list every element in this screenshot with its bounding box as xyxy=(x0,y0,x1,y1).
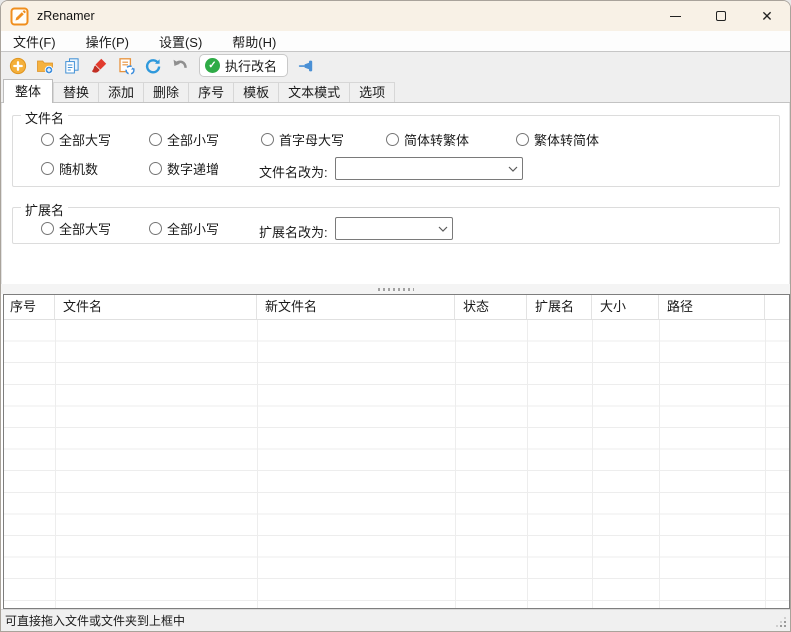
col-header-filler xyxy=(765,295,789,319)
undo-button[interactable] xyxy=(168,54,192,78)
radio-icon xyxy=(41,222,54,235)
column-divider xyxy=(527,320,528,608)
chevron-down-icon xyxy=(504,166,522,172)
radio-number-increment[interactable]: 数字递增 xyxy=(149,161,219,176)
tab-text-mode[interactable]: 文本模式 xyxy=(279,82,350,103)
col-header-extension[interactable]: 扩展名 xyxy=(527,295,592,319)
radio-icon xyxy=(261,133,274,146)
menubar: 文件(F) 操作(P) 设置(S) 帮助(H) xyxy=(1,31,790,51)
extension-rename-combobox[interactable] xyxy=(335,217,453,240)
execute-rename-button[interactable]: ✓ 执行改名 xyxy=(199,54,288,77)
add-folder-button[interactable] xyxy=(33,54,57,78)
close-icon: ✕ xyxy=(761,9,773,23)
tab-add[interactable]: 添加 xyxy=(99,82,144,103)
radio-filename-capitalize[interactable]: 首字母大写 xyxy=(261,132,344,147)
check-circle-icon: ✓ xyxy=(205,58,220,73)
tab-template[interactable]: 模板 xyxy=(234,82,279,103)
window-title: zRenamer xyxy=(37,9,95,23)
col-header-new-filename[interactable]: 新文件名 xyxy=(257,295,455,319)
column-divider xyxy=(257,320,258,608)
extension-rename-label: 扩展名改为: xyxy=(259,222,328,241)
chevron-down-icon xyxy=(434,226,452,232)
file-table-header: 序号 文件名 新文件名 状态 扩展名 大小 路径 xyxy=(4,295,789,320)
column-divider xyxy=(455,320,456,608)
radio-icon xyxy=(41,162,54,175)
minimize-button[interactable] xyxy=(652,1,698,31)
radio-icon xyxy=(41,133,54,146)
file-table: 序号 文件名 新文件名 状态 扩展名 大小 路径 xyxy=(3,294,790,609)
app-logo-icon xyxy=(10,7,29,26)
titlebar: zRenamer ✕ xyxy=(1,1,790,31)
status-message: 可直接拖入文件或文件夹到上框中 xyxy=(1,612,185,629)
radio-icon xyxy=(149,162,162,175)
close-button[interactable]: ✕ xyxy=(744,1,790,31)
column-divider xyxy=(659,320,660,608)
radio-icon xyxy=(386,133,399,146)
menu-help[interactable]: 帮助(H) xyxy=(224,31,284,52)
radio-random-number[interactable]: 随机数 xyxy=(41,161,98,176)
undo-arrow-icon xyxy=(171,57,189,75)
execute-rename-label: 执行改名 xyxy=(225,56,277,75)
extension-group-title: 扩展名 xyxy=(21,200,68,219)
tab-options[interactable]: 选项 xyxy=(350,82,395,103)
radio-traditional-to-simplified[interactable]: 繁体转简体 xyxy=(516,132,599,147)
maximize-icon xyxy=(716,11,726,21)
column-divider xyxy=(765,320,766,608)
file-list-button[interactable] xyxy=(60,54,84,78)
refresh-names-button[interactable] xyxy=(114,54,138,78)
pin-on-top-button[interactable] xyxy=(294,54,318,78)
tab-number[interactable]: 序号 xyxy=(189,82,234,103)
blue-refresh-icon xyxy=(144,57,162,75)
filename-group-title: 文件名 xyxy=(21,108,68,127)
column-divider xyxy=(55,320,56,608)
column-divider xyxy=(592,320,593,608)
pin-icon xyxy=(297,57,315,75)
app-window: zRenamer ✕ 文件(F) 操作(P) 设置(S) 帮助(H) xyxy=(0,0,791,632)
tabstrip: 整体 替换 添加 删除 序号 模板 文本模式 选项 xyxy=(1,79,790,103)
radio-extension-uppercase[interactable]: 全部大写 xyxy=(41,221,111,236)
tab-overall[interactable]: 整体 xyxy=(3,79,53,103)
col-header-status[interactable]: 状态 xyxy=(455,295,527,319)
red-brush-icon xyxy=(90,57,108,75)
resize-grip[interactable] xyxy=(784,625,786,627)
radio-extension-lowercase[interactable]: 全部小写 xyxy=(149,221,219,236)
splitter-grip-icon xyxy=(378,288,414,291)
radio-filename-lowercase[interactable]: 全部小写 xyxy=(149,132,219,147)
documents-icon xyxy=(63,57,81,75)
radio-filename-uppercase[interactable]: 全部大写 xyxy=(41,132,111,147)
panel-splitter[interactable] xyxy=(1,284,790,294)
refresh-button[interactable] xyxy=(141,54,165,78)
plus-circle-icon xyxy=(9,57,27,75)
radio-icon xyxy=(149,133,162,146)
minimize-icon xyxy=(670,16,681,17)
statusbar: 可直接拖入文件或文件夹到上框中 xyxy=(1,609,790,631)
radio-icon xyxy=(149,222,162,235)
col-header-filename[interactable]: 文件名 xyxy=(55,295,257,319)
col-header-path[interactable]: 路径 xyxy=(659,295,765,319)
file-table-body[interactable] xyxy=(4,320,789,608)
tab-replace[interactable]: 替换 xyxy=(53,82,99,103)
maximize-button[interactable] xyxy=(698,1,744,31)
menu-settings[interactable]: 设置(S) xyxy=(151,31,210,52)
col-header-index[interactable]: 序号 xyxy=(4,295,55,319)
tab-page-overall: 文件名 全部大写 全部小写 首字母大写 简体转繁体 繁体转简体 xyxy=(1,103,790,284)
clear-list-button[interactable] xyxy=(87,54,111,78)
extension-groupbox: 扩展名 全部大写 全部小写 扩展名改为: xyxy=(12,207,780,244)
tab-delete[interactable]: 删除 xyxy=(144,82,189,103)
col-header-size[interactable]: 大小 xyxy=(592,295,659,319)
filename-groupbox: 文件名 全部大写 全部小写 首字母大写 简体转繁体 繁体转简体 xyxy=(12,115,780,187)
filename-rename-label: 文件名改为: xyxy=(259,162,328,181)
radio-simplified-to-traditional[interactable]: 简体转繁体 xyxy=(386,132,469,147)
folder-plus-icon xyxy=(36,57,54,75)
toolbar: ✓ 执行改名 xyxy=(1,51,790,79)
add-files-button[interactable] xyxy=(6,54,30,78)
filename-rename-combobox[interactable] xyxy=(335,157,523,180)
document-refresh-icon xyxy=(117,57,135,75)
radio-icon xyxy=(516,133,529,146)
menu-actions[interactable]: 操作(P) xyxy=(78,31,137,52)
menu-file[interactable]: 文件(F) xyxy=(5,31,64,52)
